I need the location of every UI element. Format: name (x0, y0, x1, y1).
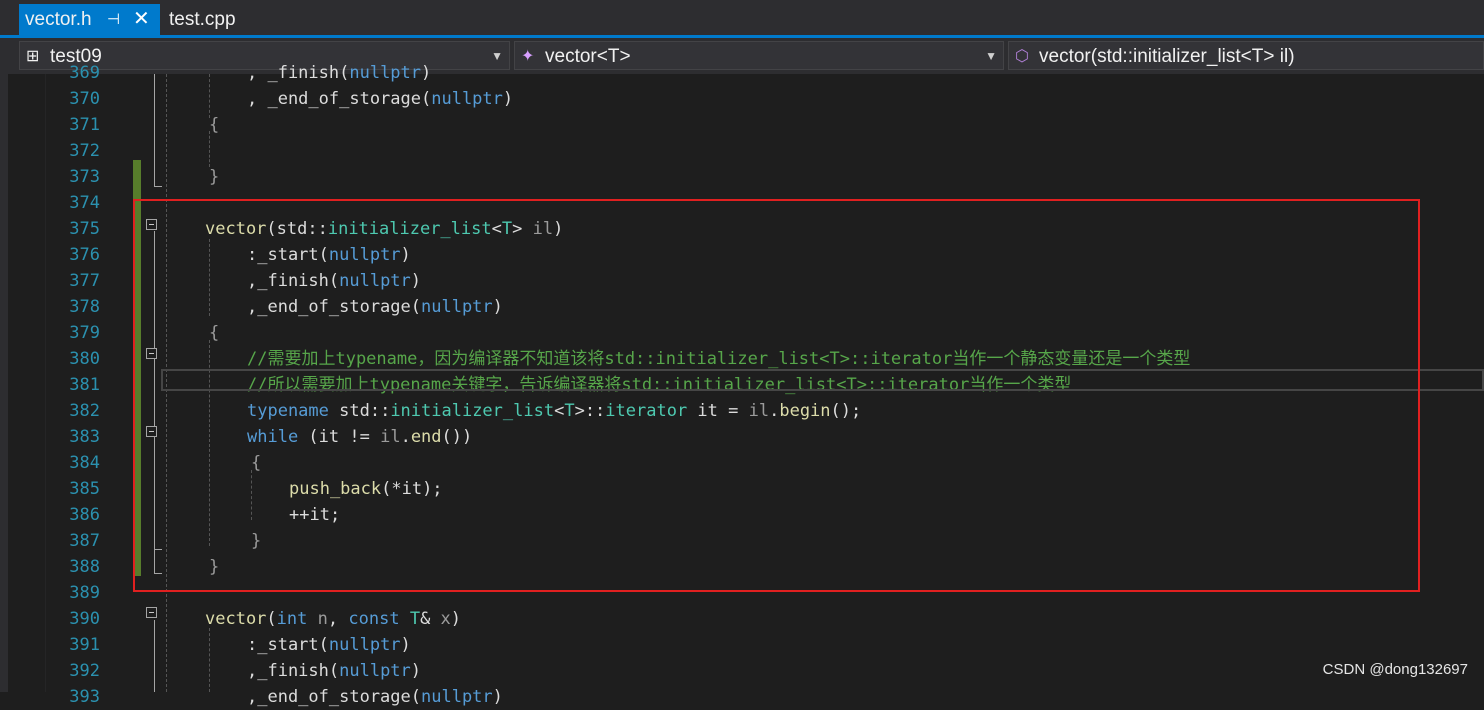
code-line[interactable]: vector(int n, const T& x) (205, 606, 461, 632)
code-token: , _end_of_storage( (247, 89, 432, 109)
code-token: } (209, 167, 220, 187)
code-token: nullptr (431, 89, 503, 109)
code-line[interactable]: ,_finish(nullptr) (247, 658, 421, 684)
code-token: const (348, 609, 400, 629)
outline-line (154, 620, 155, 692)
line-number: 374 (69, 193, 100, 213)
code-line[interactable]: ,_end_of_storage(nullptr) (247, 684, 503, 710)
code-token: T (409, 609, 421, 629)
code-token: ,_finish( (247, 661, 340, 681)
code-token: ) (410, 661, 422, 681)
line-number: 380 (69, 349, 100, 369)
code-token: & (420, 609, 441, 629)
code-token: ,_end_of_storage( (247, 687, 421, 707)
code-token: nullptr (339, 661, 411, 681)
tab-test-cpp[interactable]: test.cpp (163, 4, 253, 35)
code-token: ) (400, 635, 411, 655)
tab-vector-h[interactable]: vector.h ⊣ ✕ (19, 4, 160, 35)
line-number: 393 (69, 687, 100, 707)
line-number: 369 (69, 63, 100, 83)
code-token: ) (450, 609, 462, 629)
pin-icon[interactable]: ⊣ (107, 4, 120, 35)
code-token: , (327, 609, 349, 629)
line-number: 376 (69, 245, 100, 265)
line-number: 372 (69, 141, 100, 161)
line-number: 373 (69, 167, 100, 187)
code-token: nullptr (349, 63, 422, 83)
code-line[interactable]: , _finish(nullptr) (247, 60, 431, 86)
code-token: { (209, 115, 220, 135)
collapse-icon[interactable] (146, 607, 157, 618)
code-line[interactable]: { (209, 112, 219, 138)
code-line[interactable]: } (209, 164, 219, 190)
line-number: 377 (69, 271, 100, 291)
line-number: 384 (69, 453, 100, 473)
line-number: 385 (69, 479, 100, 499)
line-number: 389 (69, 583, 100, 603)
outline-line (154, 74, 155, 187)
line-number: 392 (69, 661, 100, 681)
code-token: nullptr (421, 687, 493, 707)
code-token: n (317, 609, 328, 629)
code-token: ( (266, 609, 277, 629)
code-token: , _finish( (247, 63, 350, 83)
line-number: 386 (69, 505, 100, 525)
tab-label: test.cpp (169, 9, 236, 30)
line-number: 391 (69, 635, 100, 655)
tab-label: vector.h (25, 9, 92, 30)
code-token: ) (502, 89, 514, 109)
line-number: 375 (69, 219, 100, 239)
code-line[interactable]: :_start(nullptr) (247, 632, 411, 658)
code-token: ) (492, 687, 503, 707)
code-token: int (276, 609, 308, 629)
line-number: 370 (69, 89, 100, 109)
code-token: x (440, 609, 451, 629)
highlight-box (133, 199, 1420, 592)
line-number: 387 (69, 531, 100, 551)
line-number: 390 (69, 609, 100, 629)
indent-guide (209, 74, 210, 118)
line-number: 388 (69, 557, 100, 577)
close-icon[interactable]: ✕ (133, 4, 150, 35)
outline-end (154, 186, 162, 187)
line-number: 378 (69, 297, 100, 317)
line-number: 381 (69, 375, 100, 395)
code-token: :_start( (247, 635, 329, 655)
watermark: CSDN @dong132697 (1322, 661, 1468, 678)
indent-guide (209, 131, 210, 167)
code-token: ) (421, 63, 432, 83)
code-token: vector (205, 609, 267, 629)
indent-guide (209, 628, 210, 692)
line-number: 371 (69, 115, 100, 135)
line-number: 382 (69, 401, 100, 421)
line-number: 379 (69, 323, 100, 343)
tab-bar: vector.h ⊣ ✕ test.cpp (0, 0, 1484, 38)
code-token: nullptr (328, 635, 401, 655)
line-number: 383 (69, 427, 100, 447)
code-line[interactable]: , _end_of_storage(nullptr) (247, 86, 513, 112)
